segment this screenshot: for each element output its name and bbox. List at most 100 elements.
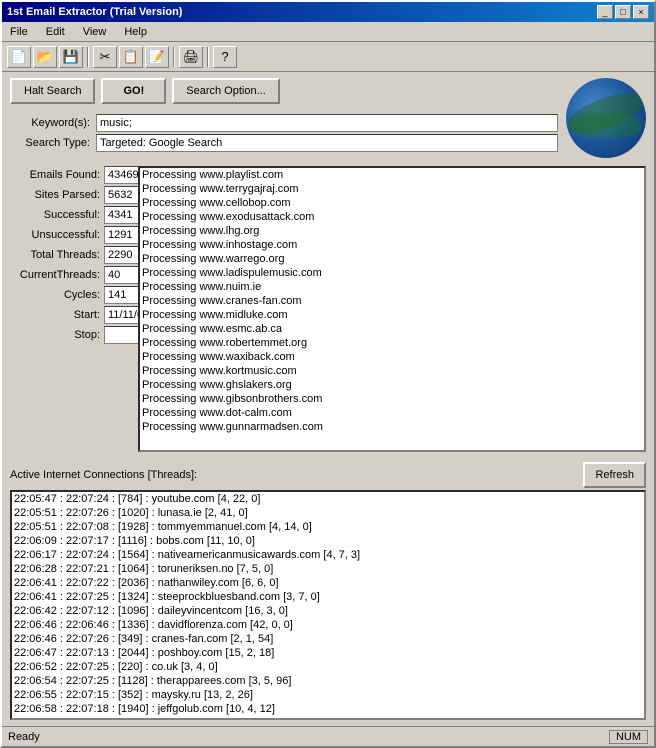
stat-successful: Successful:: [10, 206, 130, 224]
help-button[interactable]: ?: [213, 46, 237, 68]
menu-file[interactable]: File: [6, 25, 32, 39]
stat-emails-found: Emails Found:: [10, 166, 130, 184]
stat-current-threads: CurrentThreads:: [10, 266, 130, 284]
new-button[interactable]: 📄: [7, 46, 31, 68]
stat-label-cycles: Cycles:: [10, 289, 100, 301]
go-button[interactable]: GO!: [101, 78, 166, 104]
copy-button[interactable]: 📋: [119, 46, 143, 68]
log-entry: Processing www.playlist.com: [140, 168, 644, 182]
stat-sites-parsed: Sites Parsed:: [10, 186, 130, 204]
connection-entry: 22:06:54 : 22:07:25 : [1128] : therappar…: [12, 674, 644, 688]
connection-entry: 22:06:28 : 22:07:21 : [1064] : torunerik…: [12, 562, 644, 576]
search-option-button[interactable]: Search Option...: [172, 78, 280, 104]
log-entry: Processing www.gibsonbrothers.com: [140, 392, 644, 406]
stat-label-start: Start:: [10, 309, 100, 321]
menu-bar: File Edit View Help: [2, 22, 654, 42]
connection-entry: 22:06:58 : 22:07:18 : [1940] : jeffgolub…: [12, 702, 644, 716]
minimize-button[interactable]: _: [597, 5, 613, 19]
log-entry: Processing www.midluke.com: [140, 308, 644, 322]
stat-label-emails: Emails Found:: [10, 169, 100, 181]
log-entry: Processing www.dot-calm.com: [140, 406, 644, 420]
connection-entry: 22:06:41 : 22:07:25 : [1324] : steeprock…: [12, 590, 644, 604]
log-panel: Processing www.playlist.comProcessing ww…: [138, 166, 646, 452]
connection-entry: 22:06:17 : 22:07:24 : [1564] : nativeame…: [12, 548, 644, 562]
main-content: Halt Search GO! Search Option... Keyword…: [2, 72, 654, 726]
open-button[interactable]: 📂: [33, 46, 57, 68]
search-type-label: Search Type:: [10, 137, 90, 149]
title-bar-buttons: _ □ ×: [597, 5, 649, 19]
toolbar-separator-2: [173, 47, 175, 67]
menu-edit[interactable]: Edit: [42, 25, 69, 39]
log-entry: Processing www.terrygajraj.com: [140, 182, 644, 196]
status-num: NUM: [609, 730, 648, 744]
cut-button[interactable]: ✂: [93, 46, 117, 68]
log-entry: Processing www.cellobop.com: [140, 196, 644, 210]
log-entry: Processing www.robertemmet.org: [140, 336, 644, 350]
keyword-input[interactable]: [96, 114, 558, 132]
stat-cycles: Cycles:: [10, 286, 130, 304]
stats-and-log: Emails Found: Sites Parsed: Successful: …: [10, 166, 646, 452]
keyword-label: Keyword(s):: [10, 117, 90, 129]
connections-section: Active Internet Connections [Threads]: R…: [10, 462, 646, 720]
connection-entry: 22:06:46 : 22:07:26 : [349] : cranes-fan…: [12, 632, 644, 646]
stats-panel: Emails Found: Sites Parsed: Successful: …: [10, 166, 130, 452]
stat-label-successful: Successful:: [10, 209, 100, 221]
log-entry: Processing www.esmc.ab.ca: [140, 322, 644, 336]
log-entry: Processing www.warrego.org: [140, 252, 644, 266]
menu-help[interactable]: Help: [120, 25, 151, 39]
stat-label-sites: Sites Parsed:: [10, 189, 100, 201]
log-entry: Processing www.cranes-fan.com: [140, 294, 644, 308]
log-entry: Processing www.gunnarmadsen.com: [140, 420, 644, 434]
connections-header: Active Internet Connections [Threads]: R…: [10, 462, 646, 488]
log-box[interactable]: Processing www.playlist.comProcessing ww…: [138, 166, 646, 452]
connections-box[interactable]: 22:05:47 : 22:07:24 : [784] : youtube.co…: [10, 490, 646, 720]
log-entry: Processing www.waxiback.com: [140, 350, 644, 364]
connection-entry: 22:06:55 : 22:07:15 : [352] : maysky.ru …: [12, 688, 644, 702]
connections-label: Active Internet Connections [Threads]:: [10, 469, 197, 481]
log-entry: Processing www.kortmusic.com: [140, 364, 644, 378]
connection-entry: 22:06:42 : 22:07:12 : [1096] : daileyvin…: [12, 604, 644, 618]
title-bar: 1st Email Extractor (Trial Version) _ □ …: [2, 2, 654, 22]
search-type-input[interactable]: [96, 134, 558, 152]
control-buttons: Halt Search GO! Search Option...: [10, 78, 558, 104]
halt-search-button[interactable]: Halt Search: [10, 78, 95, 104]
stat-start: Start:: [10, 306, 130, 324]
stat-total-threads: Total Threads:: [10, 246, 130, 264]
stat-label-current-threads: CurrentThreads:: [10, 269, 100, 281]
status-bar: Ready NUM: [2, 726, 654, 746]
window-title: 1st Email Extractor (Trial Version): [7, 6, 182, 18]
log-entry: Processing www.inhostage.com: [140, 238, 644, 252]
save-button[interactable]: 💾: [59, 46, 83, 68]
stat-stop: Stop:: [10, 326, 130, 344]
maximize-button[interactable]: □: [615, 5, 631, 19]
close-button[interactable]: ×: [633, 5, 649, 19]
log-entry: Processing www.nuim.ie: [140, 280, 644, 294]
form-section: Keyword(s): Search Type:: [10, 114, 558, 152]
stat-label-stop: Stop:: [10, 329, 100, 341]
connection-entry: 22:06:46 : 22:06:46 : [1336] : davidflor…: [12, 618, 644, 632]
status-text: Ready: [8, 731, 40, 743]
print-button[interactable]: 🖨: [179, 46, 203, 68]
paste-button[interactable]: 📝: [145, 46, 169, 68]
top-section: Halt Search GO! Search Option... Keyword…: [10, 78, 646, 158]
menu-view[interactable]: View: [79, 25, 111, 39]
connection-entry: 22:05:51 : 22:07:08 : [1928] : tommyemma…: [12, 520, 644, 534]
connection-entry: 22:06:47 : 22:07:13 : [2044] : poshboy.c…: [12, 646, 644, 660]
globe-image: [566, 78, 646, 158]
log-entry: Processing www.lhg.org: [140, 224, 644, 238]
stat-unsuccessful: Unsuccessful:: [10, 226, 130, 244]
keyword-row: Keyword(s):: [10, 114, 558, 132]
connection-entry: 22:05:51 : 22:07:26 : [1020] : lunasa.ie…: [12, 506, 644, 520]
refresh-button[interactable]: Refresh: [583, 462, 646, 488]
connection-entry: 22:07:00 : 22:07:23 : [1648] : spoonreco…: [12, 716, 644, 720]
connection-entry: 22:06:41 : 22:07:22 : [2036] : nathanwil…: [12, 576, 644, 590]
connection-entry: 22:05:47 : 22:07:24 : [784] : youtube.co…: [12, 492, 644, 506]
log-entry: Processing www.exodusattack.com: [140, 210, 644, 224]
stat-label-total-threads: Total Threads:: [10, 249, 100, 261]
log-entry: Processing www.ghslakers.org: [140, 378, 644, 392]
log-entry: Processing www.ladispulemusic.com: [140, 266, 644, 280]
connection-entry: 22:06:52 : 22:07:25 : [220] : co.uk [3, …: [12, 660, 644, 674]
toolbar-separator-3: [207, 47, 209, 67]
toolbar-separator: [87, 47, 89, 67]
stat-label-unsuccessful: Unsuccessful:: [10, 229, 100, 241]
